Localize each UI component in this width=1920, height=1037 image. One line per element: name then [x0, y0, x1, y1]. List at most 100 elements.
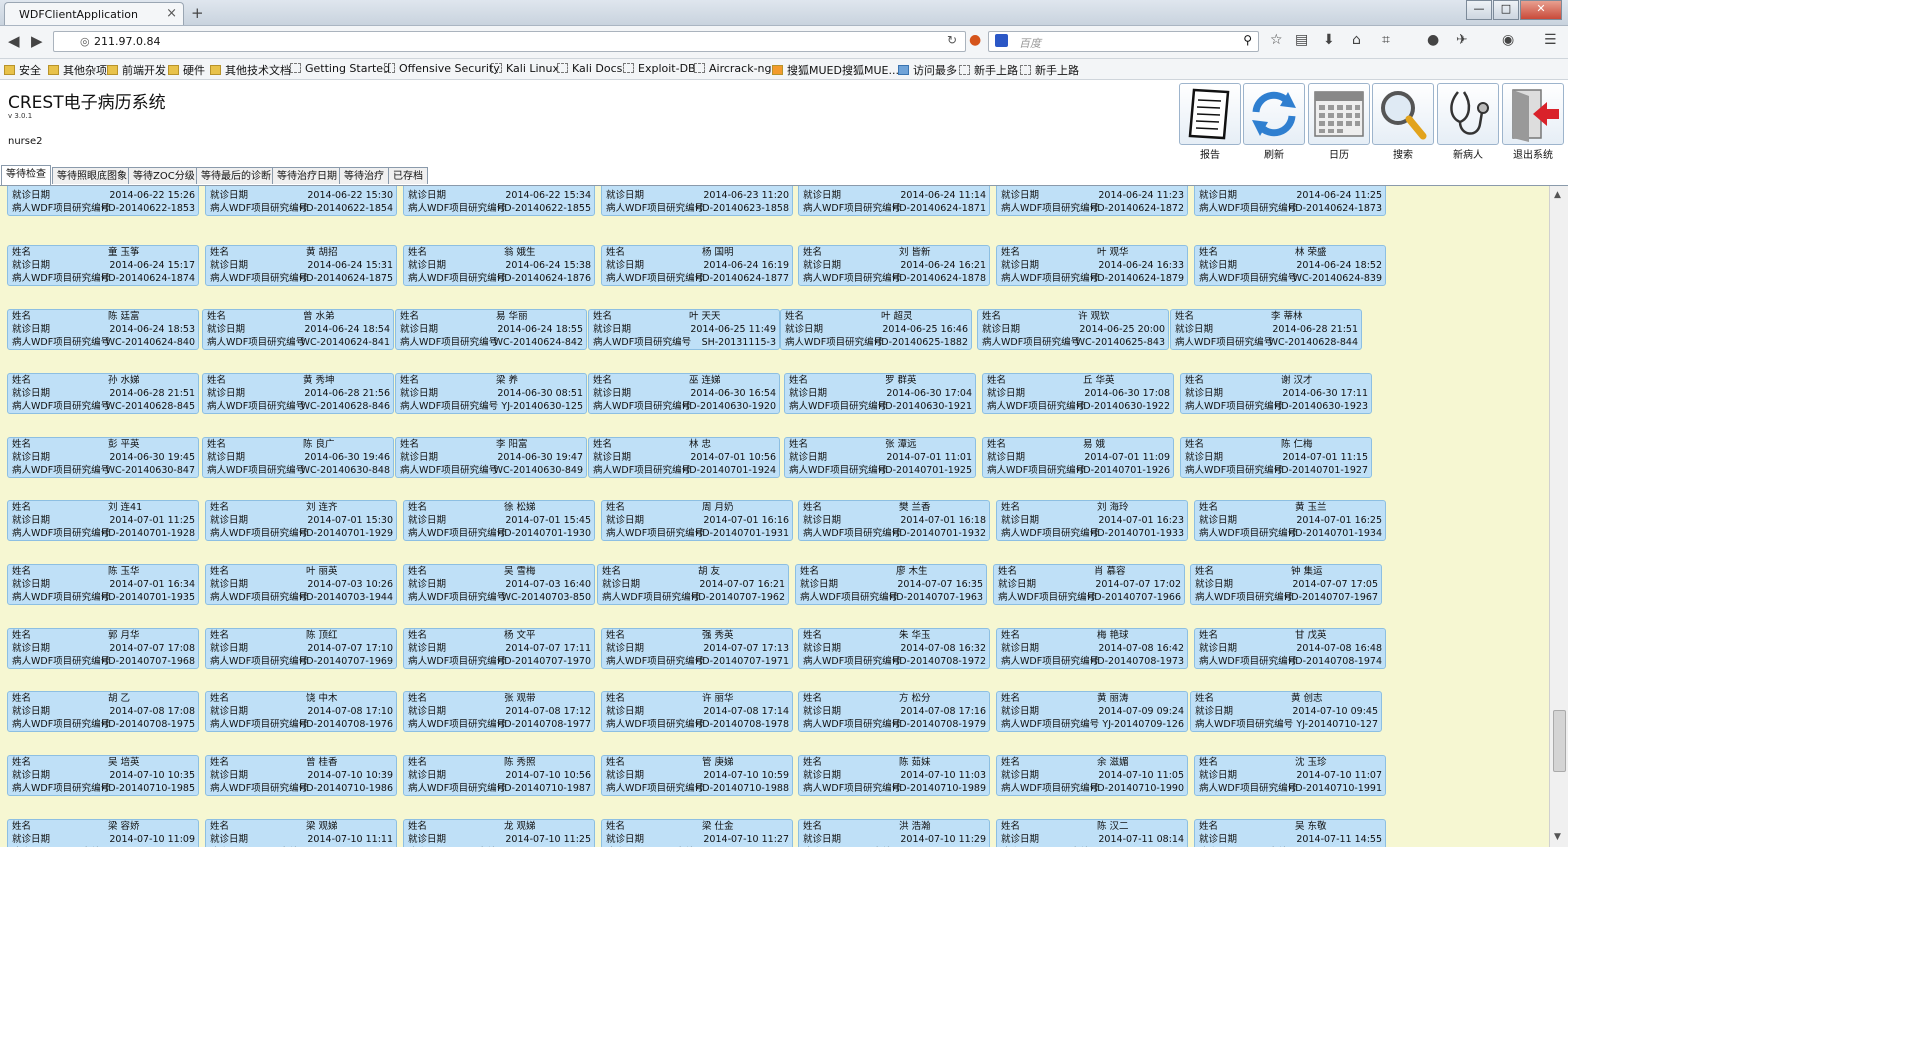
search-box[interactable]: 百度 ⚲: [988, 31, 1259, 52]
patient-card[interactable]: 姓名 余 滋媚 就诊日期 2014-07-10 11:05 病人WDF项目研究编号 HD-…: [996, 755, 1188, 796]
patient-card[interactable]: 姓名 曾 水弟 就诊日期 2014-06-24 18:54 病人WDF项目研究编号 WC-…: [202, 309, 394, 350]
menu-icon[interactable]: ☰: [1544, 32, 1557, 48]
patient-card[interactable]: 姓名 黄 玉兰 就诊日期 2014-07-01 16:25 病人WDF项目研究编号 HD-…: [1194, 500, 1386, 541]
scrollbar[interactable]: ▲ ▼: [1549, 186, 1568, 847]
bookmark-item[interactable]: 安全: [4, 62, 41, 78]
patient-card[interactable]: 姓名 陈 廷富 就诊日期 2014-06-24 18:53 病人WDF项目研究编号 WC-…: [7, 309, 199, 350]
bookmark-item[interactable]: 前端开发: [107, 62, 166, 78]
patient-card[interactable]: 姓名 梅 艳球 就诊日期 2014-07-08 16:42 病人WDF项目研究编号 HD-…: [996, 628, 1188, 669]
patient-card[interactable]: 姓名 陈 顶红 就诊日期 2014-07-07 17:10 病人WDF项目研究编号 HD-…: [205, 628, 397, 669]
refresh-button[interactable]: [1243, 83, 1305, 145]
browser-tab[interactable]: WDFClientApplication ×: [4, 2, 184, 25]
patient-card[interactable]: 姓名 吴 雪梅 就诊日期 2014-07-03 16:40 病人WDF项目研究编号 WC-…: [403, 564, 595, 605]
patient-card[interactable]: 姓名 易 娥就诊日期 2014-07-01 11:09 病人WDF项目研究编号 HD-2…: [982, 437, 1174, 478]
patient-card[interactable]: 姓名 刘 连41 就诊日期 2014-07-01 11:25 病人WDF项目研究编号 HD…: [7, 500, 199, 541]
bookmark-item[interactable]: 新手上路: [1020, 62, 1079, 78]
search-button[interactable]: [1372, 83, 1434, 145]
forward-icon[interactable]: ▶: [31, 32, 43, 50]
patient-card[interactable]: 姓名 梁 观娣就诊日期 2014-07-10 11:11病人WDF项目研究编号: [205, 819, 397, 847]
patient-card[interactable]: 姓名曾 凤就诊日期2014-06-22 15:30病人WDF项目研究编号HD-2…: [205, 186, 397, 216]
patient-card[interactable]: 姓名 郭 月华 就诊日期 2014-07-07 17:08 病人WDF项目研究编号 HD-…: [7, 628, 199, 669]
patient-card[interactable]: 姓名 易 华丽 就诊日期 2014-06-24 18:55 病人WDF项目研究编号 WC-…: [395, 309, 587, 350]
tab-archived[interactable]: 已存档: [388, 167, 428, 184]
patient-card[interactable]: 姓名 陈 茹妹 就诊日期 2014-07-10 11:03 病人WDF项目研究编号 HD-…: [798, 755, 990, 796]
scroll-down-icon[interactable]: ▼: [1554, 832, 1561, 842]
patient-card[interactable]: 姓名 梁 容娇就诊日期 2014-07-10 11:09病人WDF项目研究编号: [7, 819, 199, 847]
patient-card[interactable]: 姓名 徐 松娣 就诊日期 2014-07-01 15:45 病人WDF项目研究编号 HD-…: [403, 500, 595, 541]
patient-card[interactable]: 姓名 肖 慕容 就诊日期 2014-07-07 17:02 病人WDF项目研究编号 HD-…: [993, 564, 1185, 605]
patient-card[interactable]: 姓名 罗 群英 就诊日期 2014-06-30 17:04 病人WDF项目研究编号 HD-…: [784, 373, 976, 414]
bookmark-item[interactable]: 其他杂项: [48, 62, 107, 78]
patient-card[interactable]: 姓名 曾 桂香 就诊日期 2014-07-10 10:39 病人WDF项目研究编号 HD-…: [205, 755, 397, 796]
patient-card[interactable]: 姓名 叶 丽英 就诊日期 2014-07-03 10:26 病人WDF项目研究编号 HD-…: [205, 564, 397, 605]
report-button[interactable]: [1179, 83, 1241, 145]
crop-icon[interactable]: ⌗: [1382, 32, 1390, 48]
patient-card[interactable]: 姓名 巫 连娣 就诊日期 2014-06-30 16:54 病人WDF项目研究编号 HD-…: [588, 373, 780, 414]
patient-card[interactable]: 姓名谢 春林就诊日期2014-06-24 11:14病人WDF项目研究编号HD-…: [798, 186, 990, 216]
back-icon[interactable]: ◀: [8, 32, 20, 50]
patient-card[interactable]: 姓名 陈 汉二就诊日期 2014-07-11 08:14病人WDF项目研究编号: [996, 819, 1188, 847]
patient-card[interactable]: 姓名 梁 仕金就诊日期 2014-07-10 11:27病人WDF项目研究编号: [601, 819, 793, 847]
patient-card[interactable]: 姓名 胡 乙就诊日期 2014-07-08 17:08 病人WDF项目研究编号 HD-2…: [7, 691, 199, 732]
patient-card[interactable]: 姓名 丘 华英 就诊日期 2014-06-30 17:08 病人WDF项目研究编号 HD-…: [982, 373, 1174, 414]
bookmarks-menu-icon[interactable]: ▤: [1295, 32, 1308, 48]
patient-card[interactable]: 姓名 谢 汉才 就诊日期 2014-06-30 17:11 病人WDF项目研究编号 HD-…: [1180, 373, 1372, 414]
patient-card[interactable]: 姓名刘 瑞英就诊日期2014-06-24 11:23病人WDF项目研究编号HD-…: [996, 186, 1188, 216]
patient-card[interactable]: 姓名 方 松分 就诊日期 2014-07-08 17:16 病人WDF项目研究编号 HD-…: [798, 691, 990, 732]
bookmark-item[interactable]: 其他技术文档: [210, 62, 291, 78]
patient-card[interactable]: 姓名 龙 观娣就诊日期 2014-07-10 11:25病人WDF项目研究编号: [403, 819, 595, 847]
bookmark-star-icon[interactable]: ☆: [1270, 32, 1283, 48]
patient-card[interactable]: 姓名黄 凤容就诊日期2014-06-24 11:25病人WDF项目研究编号HD-…: [1194, 186, 1386, 216]
patient-card[interactable]: 姓名 梁 养就诊日期 2014-06-30 08:51 病人WDF项目研究编号 YJ-2…: [395, 373, 587, 414]
tab-waiting-treatment-date[interactable]: 等待治疗日期: [272, 167, 342, 184]
patient-card[interactable]: 姓名 洪 浩瀚就诊日期 2014-07-10 11:29病人WDF项目研究编号: [798, 819, 990, 847]
patient-card[interactable]: 姓名 强 秀英 就诊日期 2014-07-07 17:13 病人WDF项目研究编号 HD-…: [601, 628, 793, 669]
patient-card[interactable]: 姓名 叶 超灵 就诊日期 2014-06-25 16:46 病人WDF项目研究编号 HD-…: [780, 309, 972, 350]
tab-waiting-fundus-image[interactable]: 等待照眼底图象: [52, 167, 132, 184]
patient-card[interactable]: 姓名 钟 集运 就诊日期 2014-07-07 17:05 病人WDF项目研究编号 HD-…: [1190, 564, 1382, 605]
bookmark-item[interactable]: Offensive Security: [384, 62, 500, 75]
patient-card[interactable]: 姓名 杨 国明 就诊日期 2014-06-24 16:19 病人WDF项目研究编号 HD-…: [601, 245, 793, 286]
patient-card[interactable]: 姓名 黄 创志 就诊日期 2014-07-10 09:45 病人WDF项目研究编号 YJ-…: [1190, 691, 1382, 732]
minimize-button[interactable]: —: [1466, 0, 1492, 20]
scrollbar-thumb[interactable]: [1553, 710, 1566, 772]
patient-card[interactable]: 姓名 张 潭远 就诊日期 2014-07-01 11:01 病人WDF项目研究编号 HD-…: [784, 437, 976, 478]
patient-card[interactable]: 姓名 陈 玉华 就诊日期 2014-07-01 16:34 病人WDF项目研究编号 HD-…: [7, 564, 199, 605]
close-tab-icon[interactable]: ×: [166, 6, 177, 21]
address-bar[interactable]: ◎ 211.97.0.84 ↻: [53, 31, 966, 52]
patient-card[interactable]: 姓名 黄 丽涛 就诊日期 2014-07-09 09:24 病人WDF项目研究编号 YJ-…: [996, 691, 1188, 732]
patient-card[interactable]: 姓名 陈 仁梅 就诊日期 2014-07-01 11:15 病人WDF项目研究编号 HD-…: [1180, 437, 1372, 478]
patient-card[interactable]: 姓名 林 荣盛 就诊日期 2014-06-24 18:52 病人WDF项目研究编号 WC-…: [1194, 245, 1386, 286]
patient-card[interactable]: 姓名 甘 戊英 就诊日期 2014-07-08 16:48 病人WDF项目研究编号 HD-…: [1194, 628, 1386, 669]
patient-card[interactable]: 姓名 黄 胡招 就诊日期 2014-06-24 15:31 病人WDF项目研究编号 HD-…: [205, 245, 397, 286]
patient-card[interactable]: 姓名 刘 皆新 就诊日期 2014-06-24 16:21 病人WDF项目研究编号 HD-…: [798, 245, 990, 286]
patient-card[interactable]: 姓名刘 丹梅就诊日期2014-06-23 11:20病人WDF项目研究编号HD-…: [601, 186, 793, 216]
new-patient-button[interactable]: [1437, 83, 1499, 145]
patient-card[interactable]: 姓名 翁 娥生 就诊日期 2014-06-24 15:38 病人WDF项目研究编号 HD-…: [403, 245, 595, 286]
bookmark-item[interactable]: Getting Started: [290, 62, 390, 75]
search-go-icon[interactable]: ⚲: [1243, 33, 1252, 47]
patient-card[interactable]: 姓名 樊 兰香 就诊日期 2014-07-01 16:18 病人WDF项目研究编号 HD-…: [798, 500, 990, 541]
download-icon[interactable]: ⬇: [1323, 32, 1335, 48]
calendar-button[interactable]: [1308, 83, 1370, 145]
tab-waiting-treatment[interactable]: 等待治疗: [339, 167, 389, 184]
tab-waiting-final-diagnosis[interactable]: 等待最后的诊断: [196, 167, 276, 184]
patient-card[interactable]: 姓名 孙 水娣 就诊日期 2014-06-28 21:51 病人WDF项目研究编号 WC-…: [7, 373, 199, 414]
patient-card[interactable]: 姓名罗 万奎就诊日期2014-06-22 15:26病人WDF项目研究编号HD-…: [7, 186, 199, 216]
close-window-button[interactable]: ✕: [1520, 0, 1562, 20]
patient-card[interactable]: 姓名 叶 观华 就诊日期 2014-06-24 16:33 病人WDF项目研究编号 HD-…: [996, 245, 1188, 286]
patient-card[interactable]: 姓名 周 月奶 就诊日期 2014-07-01 16:16 病人WDF项目研究编号 HD-…: [601, 500, 793, 541]
bookmark-item[interactable]: Kali Docs: [557, 62, 622, 75]
patient-card[interactable]: 姓名 廖 木生 就诊日期 2014-07-07 16:35 病人WDF项目研究编号 HD-…: [795, 564, 987, 605]
patient-card[interactable]: 姓名 沈 玉珍 就诊日期 2014-07-10 11:07 病人WDF项目研究编号 HD-…: [1194, 755, 1386, 796]
patient-card[interactable]: 姓名林 建昌就诊日期2014-06-22 15:34病人WDF项目研究编号HD-…: [403, 186, 595, 216]
patient-card[interactable]: 姓名 李 阳富 就诊日期 2014-06-30 19:47 病人WDF项目研究编号 WC-…: [395, 437, 587, 478]
tab-waiting-zoc-grading[interactable]: 等待ZOC分级: [128, 167, 200, 184]
patient-card[interactable]: 姓名 刘 连齐 就诊日期 2014-07-01 15:30 病人WDF项目研究编号 HD-…: [205, 500, 397, 541]
patient-card[interactable]: 姓名 朱 华玉 就诊日期 2014-07-08 16:32 病人WDF项目研究编号 HD-…: [798, 628, 990, 669]
addon-icon[interactable]: ●: [969, 32, 981, 48]
home-icon[interactable]: ⌂: [1352, 32, 1361, 48]
patient-card[interactable]: 姓名 许 丽华 就诊日期 2014-07-08 17:14 病人WDF项目研究编号 HD-…: [601, 691, 793, 732]
patient-card[interactable]: 姓名 彭 平英 就诊日期 2014-06-30 19:45 病人WDF项目研究编号 WC-…: [7, 437, 199, 478]
patient-card[interactable]: 姓名 陈 良广 就诊日期 2014-06-30 19:46 病人WDF项目研究编号 WC-…: [202, 437, 394, 478]
